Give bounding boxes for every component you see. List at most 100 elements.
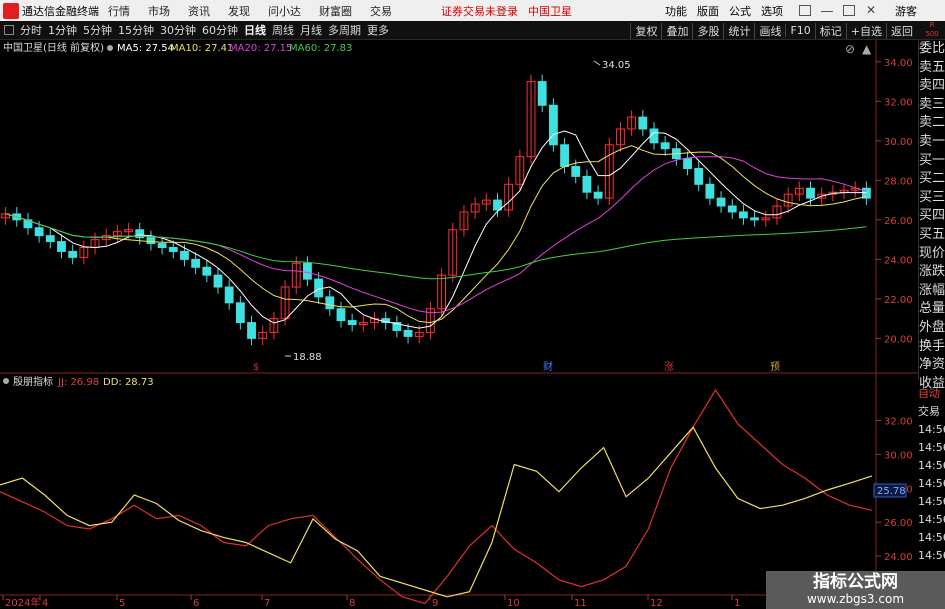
- chart-scroll-up-icon[interactable]: ▲: [862, 42, 872, 56]
- period-30min[interactable]: 30分钟: [160, 22, 196, 38]
- side-item[interactable]: 委比: [919, 40, 945, 59]
- candle-body: [213, 274, 223, 288]
- main-ytick-label: 20.00: [884, 334, 913, 345]
- candle-body: [548, 104, 558, 146]
- kline-chart[interactable]: 34.00 32.00 30.00 28.00 26.00 24.00 22.00 20.00…: [0, 40, 918, 609]
- side-item[interactable]: 总量: [919, 300, 945, 319]
- side-item[interactable]: 卖二: [919, 114, 945, 133]
- settings-dot-icon[interactable]: [107, 45, 113, 51]
- trade-item[interactable]: 14:56: [918, 547, 945, 565]
- trade-side-panel: 自动交易14:5614:5614:5614:5614:5614:5614:561…: [918, 385, 945, 565]
- menu-caifuquan[interactable]: 财富圈: [319, 3, 352, 19]
- xtick-label: 7: [264, 598, 270, 609]
- period-multi[interactable]: 多周期: [328, 22, 361, 38]
- current-value: 25.78: [877, 486, 906, 497]
- side-item[interactable]: 外盘: [919, 319, 945, 338]
- trade-item[interactable]: 14:56: [918, 493, 945, 511]
- candle-body: [739, 211, 748, 219]
- trade-item[interactable]: 14:56: [918, 457, 945, 475]
- skin-icon[interactable]: [799, 5, 811, 16]
- side-item[interactable]: 涨幅: [919, 282, 945, 301]
- tool-f10[interactable]: F10: [785, 24, 814, 37]
- trade-item[interactable]: 14:56: [918, 439, 945, 457]
- sub-ytick-label: 30.00: [884, 450, 913, 461]
- sidebar-toggle-icon[interactable]: [4, 25, 14, 35]
- menu-wenxiaoda[interactable]: 问小达: [268, 3, 301, 19]
- sub-ytick-label: 26.00: [884, 518, 913, 529]
- tool-fanhui[interactable]: 返回: [886, 22, 917, 39]
- event-marker-3[interactable]: 涨: [664, 361, 674, 373]
- menu-banmian[interactable]: 版面: [697, 3, 719, 19]
- period-15min[interactable]: 15分钟: [118, 22, 154, 38]
- event-marker-2[interactable]: 财: [543, 360, 553, 373]
- side-item[interactable]: 买二: [919, 170, 945, 189]
- minimize-icon[interactable]: [821, 5, 833, 12]
- side-item[interactable]: 卖四: [919, 77, 945, 96]
- trade-item[interactable]: 14:56: [918, 529, 945, 547]
- period-5min[interactable]: 5分钟: [83, 22, 112, 38]
- user-label[interactable]: 游客: [895, 3, 917, 19]
- ma5-line: [5, 130, 867, 329]
- candle-body: [727, 205, 737, 213]
- period-monthly[interactable]: 月线: [300, 22, 322, 38]
- period-60min[interactable]: 60分钟: [202, 22, 238, 38]
- tool-fuquan[interactable]: 复权: [630, 22, 661, 39]
- period-weekly[interactable]: 周线: [272, 22, 294, 38]
- trade-item[interactable]: 14:56: [918, 511, 945, 529]
- sub-legend: 殷朋指标 JJ: 26.98 DD: 28.73: [3, 375, 154, 388]
- low-label: 18.88: [293, 352, 322, 363]
- side-item[interactable]: 净资: [919, 356, 945, 375]
- side-item[interactable]: 现价: [919, 245, 945, 264]
- high-pointer: [593, 60, 601, 66]
- tool-duogu[interactable]: 多股: [692, 22, 723, 39]
- menu-shichang[interactable]: 市场: [148, 3, 170, 19]
- menu-gongneng[interactable]: 功能: [665, 3, 687, 19]
- event-marker-4[interactable]: 预: [770, 361, 780, 373]
- tool-diejia[interactable]: 叠加: [661, 22, 692, 39]
- jj-line: [0, 388, 873, 605]
- login-status[interactable]: 证券交易未登录: [441, 3, 518, 19]
- tool-tongji[interactable]: 统计: [723, 22, 754, 39]
- close-icon[interactable]: ✕: [865, 4, 877, 16]
- menu-faxian[interactable]: 发现: [228, 3, 250, 19]
- tool-huaxian[interactable]: 画线: [754, 22, 785, 39]
- app-title: 通达信金融终端: [22, 4, 99, 18]
- menu-xuanxiang[interactable]: 选项: [761, 3, 783, 19]
- side-item[interactable]: 买一: [919, 152, 945, 171]
- trade-item[interactable]: 自动: [918, 385, 945, 403]
- tool-biaoji[interactable]: 标记: [814, 22, 846, 39]
- period-1min[interactable]: 1分钟: [48, 22, 77, 38]
- side-item[interactable]: 卖一: [919, 133, 945, 152]
- menu-jiaoyi[interactable]: 交易: [370, 3, 392, 19]
- r-badge-top: R: [929, 21, 935, 29]
- side-item[interactable]: 买五: [919, 226, 945, 245]
- trade-item[interactable]: 交易: [918, 403, 945, 421]
- period-daily[interactable]: 日线: [244, 22, 266, 38]
- sub-settings-icon[interactable]: [3, 378, 9, 384]
- candle-body: [202, 266, 212, 276]
- current-stock: 中国卫星: [528, 4, 572, 18]
- side-item[interactable]: 卖五: [919, 59, 945, 78]
- chart-close-icon[interactable]: ⊘: [845, 42, 855, 56]
- side-item[interactable]: 卖三: [919, 96, 945, 115]
- period-toolbar: 分时 1分钟 5分钟 15分钟 30分钟 60分钟 日线 周线 月线 多周期 更…: [0, 21, 945, 40]
- menu-gongshi[interactable]: 公式: [729, 3, 751, 19]
- xaxis: 2024年 4 5 6 7 8 9 10 11 12 1: [2, 595, 740, 609]
- candle-body: [146, 237, 156, 245]
- period-more[interactable]: 更多: [367, 22, 389, 38]
- side-item[interactable]: 涨跌: [919, 263, 945, 282]
- event-marker-1[interactable]: $: [253, 362, 259, 373]
- side-item[interactable]: 买三: [919, 189, 945, 208]
- candle-body: [694, 167, 704, 185]
- side-item[interactable]: 买四: [919, 207, 945, 226]
- menu-zixun[interactable]: 资讯: [188, 3, 210, 19]
- event-markers[interactable]: $ 财 涨 预: [253, 360, 780, 373]
- maximize-icon[interactable]: [843, 5, 855, 16]
- side-item[interactable]: 换手: [919, 338, 945, 357]
- trade-item[interactable]: 14:56: [918, 421, 945, 439]
- trade-item[interactable]: 14:56: [918, 475, 945, 493]
- period-fenshi[interactable]: 分时: [20, 22, 42, 38]
- menu-hangqing[interactable]: 行情: [108, 3, 130, 19]
- candle-body: [68, 250, 78, 258]
- tool-zixuan[interactable]: +自选: [845, 22, 886, 39]
